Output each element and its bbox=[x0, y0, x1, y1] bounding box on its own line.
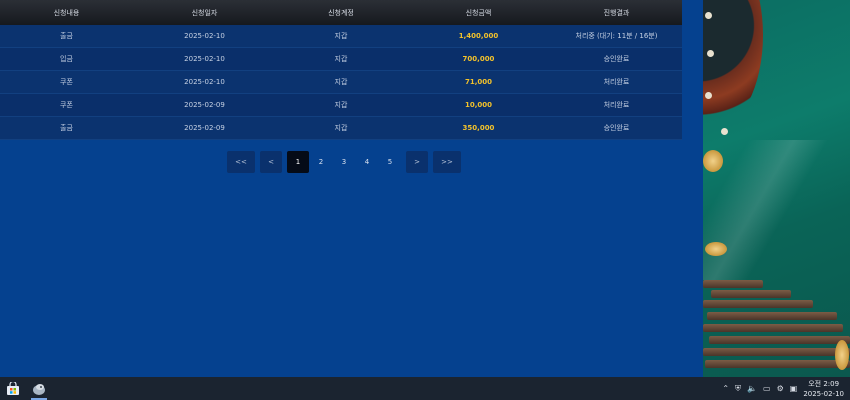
clock-time: 오전 2:09 bbox=[808, 379, 840, 388]
cell-date: 2025-02-09 bbox=[184, 124, 225, 132]
store-icon[interactable] bbox=[0, 377, 26, 400]
header-date: 신청일자 bbox=[191, 8, 218, 17]
last-page-button[interactable]: >> bbox=[433, 151, 461, 173]
cell-amount: 350,000 bbox=[462, 124, 495, 132]
first-page-button[interactable]: << bbox=[227, 151, 255, 173]
cell-amount: 700,000 bbox=[462, 55, 495, 63]
table-row: 쿠폰 2025-02-10 지갑 71,000 처리완료 bbox=[0, 71, 682, 94]
taskbar: ⌃ ⛨ 🔈 ▭ ⚙ ▣ 오전 2:09 2025-02-10 bbox=[0, 377, 850, 400]
cell-date: 2025-02-09 bbox=[184, 101, 225, 109]
table-header: 신청내용 신청일자 신청계정 신청금액 진행결과 bbox=[0, 0, 682, 25]
ime-icon[interactable]: ▣ bbox=[790, 384, 798, 393]
chip-stack bbox=[703, 280, 763, 288]
cell-type: 입금 bbox=[60, 55, 73, 63]
prev-page-button[interactable]: < bbox=[260, 151, 282, 173]
gear-icon[interactable]: ⚙ bbox=[777, 384, 784, 393]
chip-stack bbox=[703, 300, 813, 308]
chip-stack bbox=[711, 290, 791, 298]
cell-status: 처리완료 bbox=[603, 101, 630, 109]
table-row: 쿠폰 2025-02-09 지갑 10,000 처리완료 bbox=[0, 94, 682, 117]
chevron-up-icon[interactable]: ⌃ bbox=[722, 384, 729, 393]
chip-stack bbox=[703, 348, 850, 356]
cell-type: 쿠폰 bbox=[60, 101, 73, 109]
cell-type: 출금 bbox=[60, 32, 73, 40]
roulette-wheel-image bbox=[703, 0, 763, 130]
page-4-button[interactable]: 4 bbox=[356, 151, 378, 173]
main-panel: 신청내용 신청일자 신청계정 신청금액 진행결과 출금 2025-02-10 지… bbox=[0, 0, 703, 377]
header-status: 진행결과 bbox=[603, 8, 630, 17]
table-row: 입금 2025-02-10 지갑 700,000 승인완료 bbox=[0, 48, 682, 71]
system-tray: ⌃ ⛨ 🔈 ▭ ⚙ ▣ 오전 2:09 2025-02-10 bbox=[722, 377, 850, 400]
cell-type: 출금 bbox=[60, 124, 73, 132]
cell-account: 지갑 bbox=[334, 124, 348, 132]
table-row: 출금 2025-02-09 지갑 350,000 승인완료 bbox=[0, 117, 682, 140]
page-1-button[interactable]: 1 bbox=[287, 151, 309, 173]
header-account: 신청계정 bbox=[328, 8, 354, 17]
app-icon[interactable] bbox=[26, 377, 52, 400]
cell-status: 처리완료 bbox=[603, 78, 630, 86]
cell-account: 지갑 bbox=[334, 55, 348, 63]
coin-image bbox=[703, 150, 723, 172]
table-body: 출금 2025-02-10 지갑 1,400,000 처리중 (대기: 11분 … bbox=[0, 25, 682, 140]
cell-date: 2025-02-10 bbox=[184, 78, 225, 86]
speaker-icon[interactable]: 🔈 bbox=[747, 384, 757, 393]
page-2-button[interactable]: 2 bbox=[310, 151, 332, 173]
casino-side-banner bbox=[703, 0, 850, 377]
cell-status: 승인완료 bbox=[603, 55, 630, 63]
light-rays bbox=[703, 140, 850, 280]
cell-date: 2025-02-10 bbox=[184, 55, 225, 63]
chip-stack bbox=[707, 312, 837, 320]
next-page-button[interactable]: > bbox=[406, 151, 428, 173]
coin-image bbox=[705, 242, 727, 256]
taskbar-apps bbox=[0, 377, 52, 400]
page-5-button[interactable]: 5 bbox=[379, 151, 401, 173]
cell-amount: 71,000 bbox=[464, 78, 492, 86]
wheel-light bbox=[707, 50, 714, 57]
clock[interactable]: 오전 2:09 2025-02-10 bbox=[803, 379, 844, 399]
chip-stack bbox=[703, 324, 843, 332]
wheel-light bbox=[705, 12, 712, 19]
cell-account: 지갑 bbox=[334, 78, 348, 86]
page-3-button[interactable]: 3 bbox=[333, 151, 355, 173]
header-type: 신청내용 bbox=[53, 8, 80, 17]
transaction-table: 신청내용 신청일자 신청계정 신청금액 진행결과 출금 2025-02-10 지… bbox=[0, 0, 682, 140]
shield-icon[interactable]: ⛨ bbox=[735, 384, 741, 394]
cell-amount: 1,400,000 bbox=[458, 32, 499, 40]
cell-date: 2025-02-10 bbox=[184, 32, 225, 40]
chip-stack bbox=[705, 360, 850, 368]
table-row: 출금 2025-02-10 지갑 1,400,000 처리중 (대기: 11분 … bbox=[0, 25, 682, 48]
header-amount: 신청금액 bbox=[465, 8, 492, 17]
page-numbers: 1 2 3 4 5 bbox=[287, 151, 401, 173]
monitor-icon[interactable]: ▭ bbox=[763, 384, 771, 393]
wheel-light bbox=[721, 128, 728, 135]
pagination: << < 1 2 3 4 5 > >> bbox=[227, 151, 461, 173]
cell-amount: 10,000 bbox=[464, 101, 492, 109]
coin-image bbox=[835, 340, 849, 370]
wheel-light bbox=[705, 92, 712, 99]
cell-status: 승인완료 bbox=[603, 124, 630, 132]
cell-account: 지갑 bbox=[334, 32, 348, 40]
cell-status: 처리중 (대기: 11분 / 16분) bbox=[575, 32, 658, 40]
cell-type: 쿠폰 bbox=[60, 78, 73, 86]
clock-date: 2025-02-10 bbox=[803, 389, 844, 398]
chip-stack bbox=[709, 336, 850, 344]
cell-account: 지갑 bbox=[334, 101, 348, 109]
